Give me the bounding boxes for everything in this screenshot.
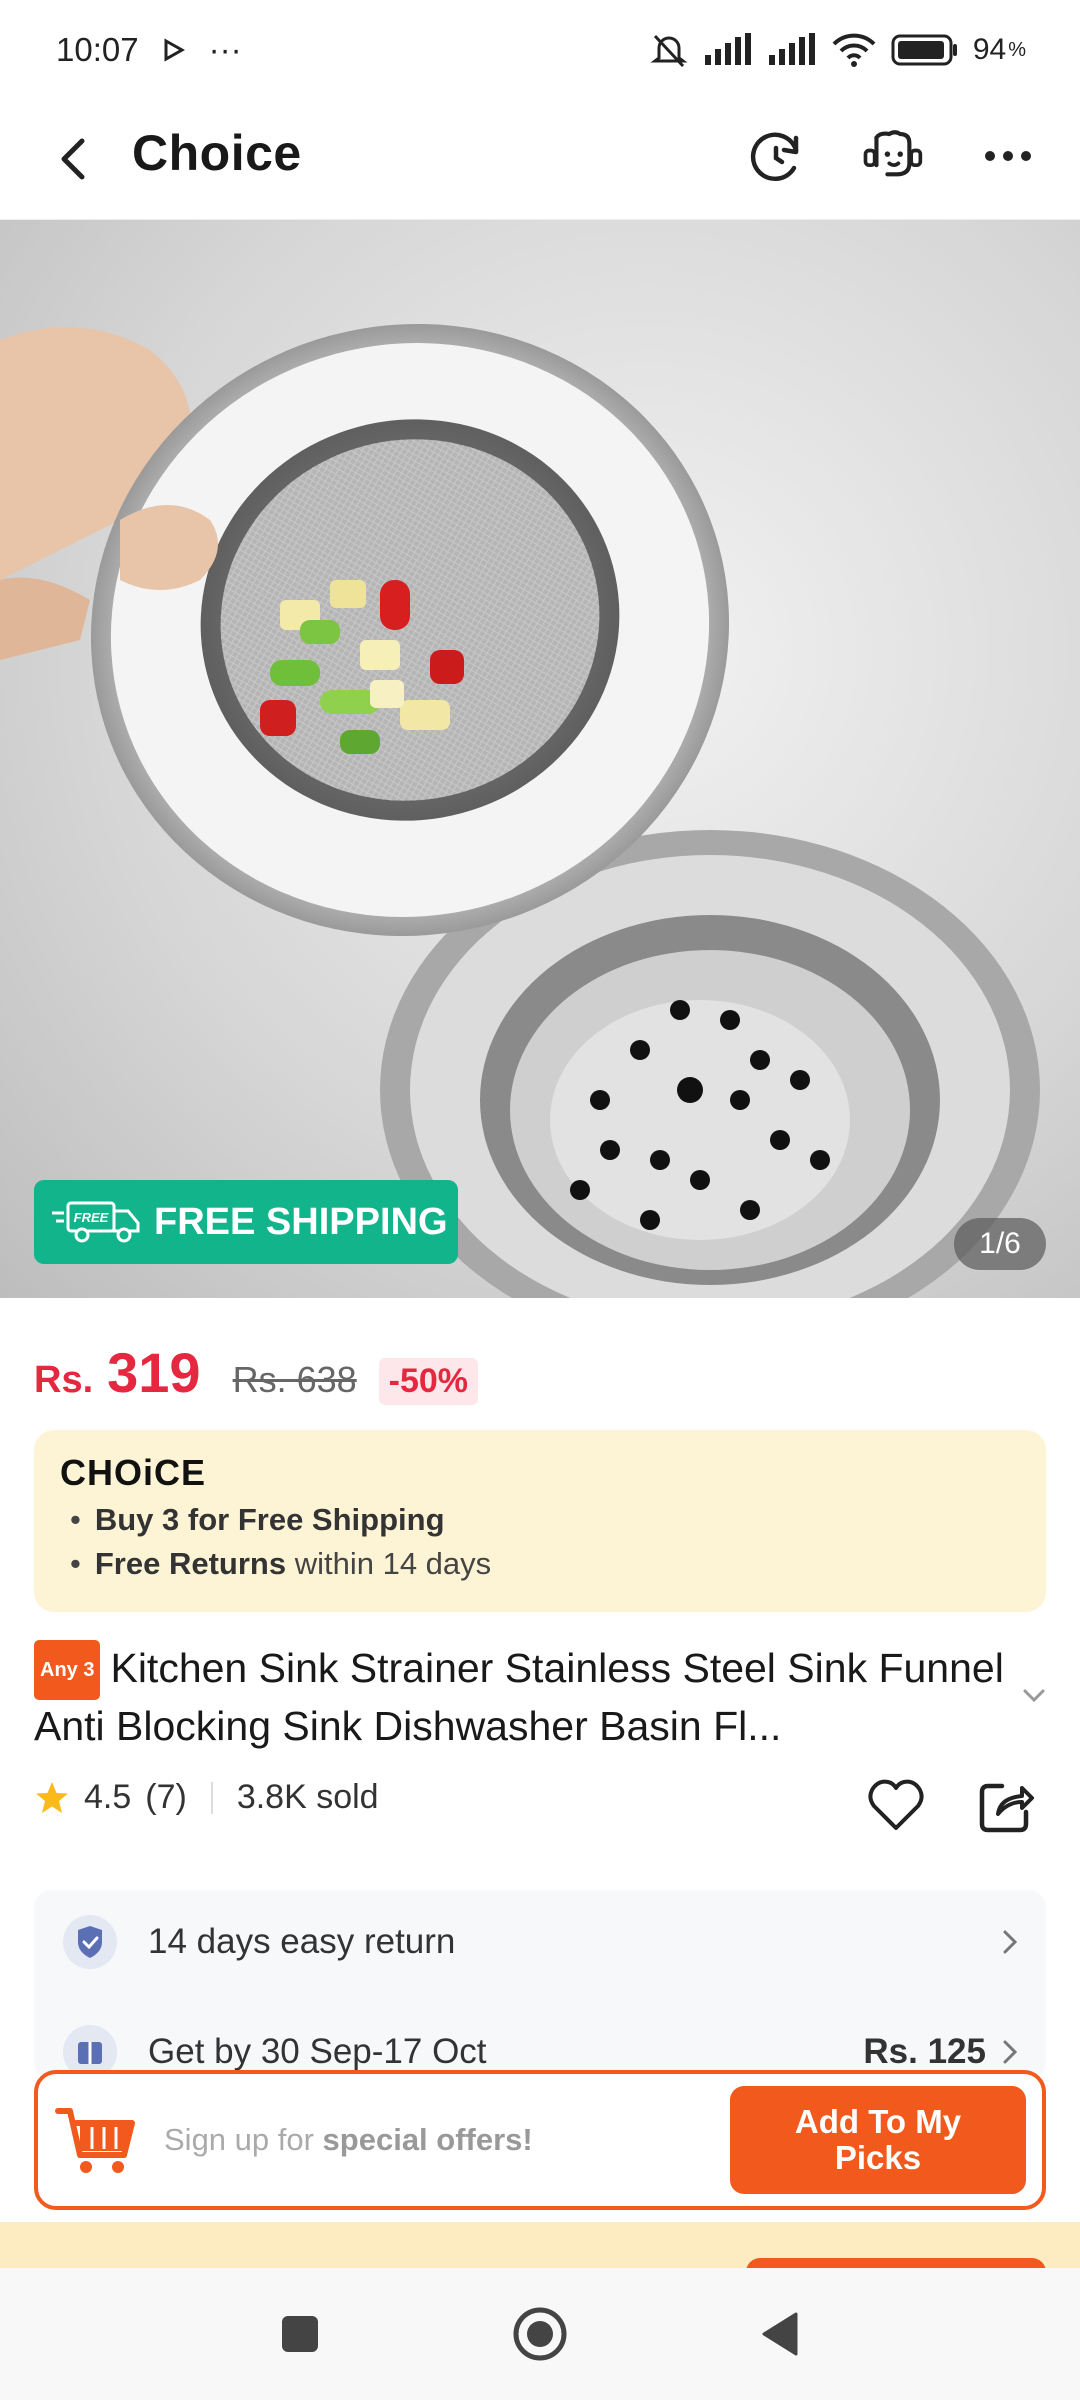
free-shipping-badge: FREE FREE SHIPPING <box>34 1180 458 1264</box>
signup-text-pre: Sign up for <box>164 2122 323 2157</box>
status-bar: 10:07 ··· 94% <box>0 0 1080 100</box>
add-to-picks-button[interactable]: Add To My Picks <box>730 2086 1026 2194</box>
return-policy-row[interactable]: 14 days easy return <box>34 1900 1046 1984</box>
picks-button-line2: Picks <box>834 2139 922 2176</box>
back-button[interactable] <box>48 134 98 184</box>
benefit-free-returns-bold: Free Returns <box>94 1546 287 1581</box>
product-title-text: Kitchen Sink Strainer Stainless Steel Si… <box>34 1645 1004 1749</box>
history-icon <box>750 132 799 182</box>
review-count: (7) <box>145 1778 187 1816</box>
heart-icon <box>868 1779 924 1830</box>
wishlist-button[interactable] <box>864 1774 928 1838</box>
truck-icon-label: FREE <box>74 1210 109 1225</box>
free-shipping-label: FREE SHIPPING <box>154 1200 448 1243</box>
price-row: Rs. 319 Rs. 638 -50% <box>34 1340 479 1405</box>
more-dots-icon <box>985 151 1031 161</box>
cart-icon <box>55 2108 135 2173</box>
picks-button-line1: Add To My <box>794 2103 962 2140</box>
share-icon <box>979 1783 1034 1833</box>
history-button[interactable] <box>744 124 808 188</box>
sold-count: 3.8K sold <box>236 1778 379 1816</box>
chevron-right-icon <box>1003 2040 1018 2064</box>
signup-text-bold: special offers! <box>322 2122 533 2157</box>
benefit-free-shipping-text: Buy 3 for Free Shipping <box>94 1502 445 1537</box>
signal-icon-2 <box>767 33 817 67</box>
discount-badge: -50% <box>378 1358 479 1405</box>
home-button[interactable] <box>510 2304 570 2364</box>
benefit-free-returns: • Free Returns within 14 days <box>70 1546 492 1581</box>
services-card: 14 days easy return Get by 30 Sep-17 Oct… <box>34 1890 1046 2080</box>
current-price: 319 <box>107 1341 201 1404</box>
product-image[interactable] <box>0 220 1080 1298</box>
mute-icon <box>649 30 689 70</box>
play-icon <box>163 38 185 62</box>
return-policy-text: 14 days easy return <box>148 1922 456 1961</box>
image-pager: 1/6 <box>954 1218 1046 1270</box>
page-title: Choice <box>132 125 302 181</box>
product-page: 10:07 ··· 94% Choice FREE FREE SHIPPING … <box>0 0 1080 2400</box>
battery-unit: % <box>1008 38 1026 61</box>
system-nav-bar <box>0 2268 1080 2400</box>
delivery-text: Get by 30 Sep-17 Oct <box>148 2032 487 2071</box>
battery-level: 94 <box>972 33 1007 66</box>
support-button[interactable] <box>860 124 924 188</box>
truck-icon: FREE <box>52 1201 140 1243</box>
recents-square-icon <box>282 2316 318 2352</box>
recents-button[interactable] <box>270 2304 330 2364</box>
original-price: Rs. 638 <box>232 1359 357 1400</box>
product-title[interactable]: Any 3 Kitchen Sink Strainer Stainless Ste… <box>34 1640 1014 1752</box>
status-time: 10:07 <box>56 31 139 68</box>
wifi-icon <box>831 32 877 68</box>
more-options-button[interactable] <box>976 124 1040 188</box>
benefit-free-shipping: • Buy 3 for Free Shipping <box>70 1502 445 1537</box>
rating-value: 4.5 <box>84 1778 132 1816</box>
rating-divider <box>210 1781 213 1814</box>
system-back-button[interactable] <box>750 2304 810 2364</box>
expand-title-button[interactable] <box>1022 1688 1046 1709</box>
battery-icon <box>891 33 959 67</box>
status-more: ··· <box>208 31 242 68</box>
signal-icon <box>703 33 753 67</box>
choice-logo: CHOiCE <box>60 1452 207 1493</box>
sink-strainer-photo <box>0 323 1040 1298</box>
chevron-right-icon <box>1003 1930 1018 1954</box>
choice-benefits[interactable]: CHOiCE • Buy 3 for Free Shipping • Free Re… <box>34 1430 1046 1612</box>
benefit-free-returns-rest: within 14 days <box>294 1546 492 1581</box>
star-icon <box>36 1781 68 1813</box>
chevron-down-icon <box>1023 1689 1045 1703</box>
rating-row[interactable]: 4.5 (7) 3.8K sold <box>34 1778 379 1817</box>
support-bot-icon <box>863 130 923 177</box>
price-currency: Rs. <box>34 1359 94 1401</box>
share-button[interactable] <box>974 1774 1038 1838</box>
back-triangle-icon <box>762 2312 798 2356</box>
signup-text: Sign up for special offers! <box>164 2122 533 2158</box>
delivery-price: Rs. 125 <box>863 2032 986 2071</box>
signup-banner[interactable]: Sign up for special offers! Add To My Pic… <box>34 2070 1046 2210</box>
shield-icon <box>62 1914 118 1970</box>
back-arrow-icon <box>61 138 85 180</box>
any3-tag: Any 3 <box>34 1640 101 1700</box>
home-circle-icon <box>513 2307 567 2361</box>
top-header: Choice <box>0 100 1080 220</box>
